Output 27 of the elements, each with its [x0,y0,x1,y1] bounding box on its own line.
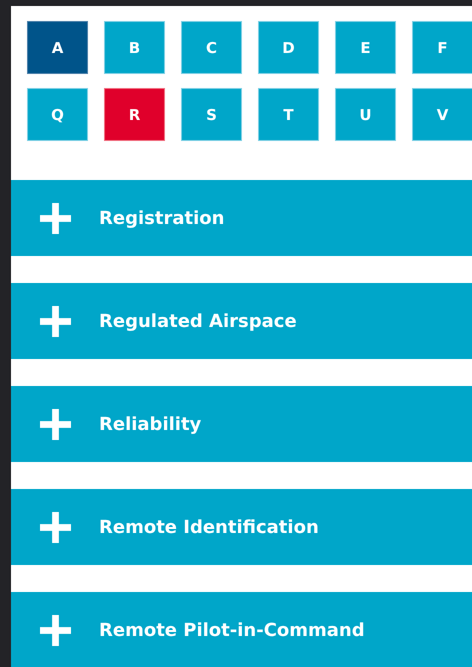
accordion-header[interactable]: Remote Identification [11,489,472,565]
letter-tab[interactable]: E [335,21,396,74]
letter-tab[interactable]: R [104,88,165,141]
letter-tab[interactable]: F [412,21,472,74]
plus-icon [40,202,71,234]
plus-icon [40,408,71,440]
plus-icon [40,306,71,336]
section-title: Remote Identification [99,516,319,538]
letter-tab[interactable]: B [104,21,165,74]
letter-tab[interactable]: S [181,88,242,141]
section-title: Regulated Airspace [99,310,297,332]
letter-tab[interactable]: D [258,21,319,74]
letter-tab[interactable]: T [258,88,319,141]
plus-icon [40,512,71,542]
accordion-header[interactable]: Remote Pilot-in-Command [11,592,472,667]
letter-tab[interactable]: A [27,21,88,74]
letter-tab[interactable]: U [335,88,396,141]
section-title: Reliability [99,414,202,434]
letter-tab[interactable]: V [412,88,472,141]
letter-tab[interactable]: Q [27,88,88,141]
accordion-header[interactable]: Registration [11,180,472,256]
accordion-header[interactable]: Regulated Airspace [11,283,472,359]
accordion-header[interactable]: Reliability [11,386,472,462]
letter-tab[interactable]: C [181,21,242,74]
section-title: Remote Pilot-in-Command [99,620,365,640]
section-title: Registration [99,208,224,228]
plus-icon [40,614,71,646]
